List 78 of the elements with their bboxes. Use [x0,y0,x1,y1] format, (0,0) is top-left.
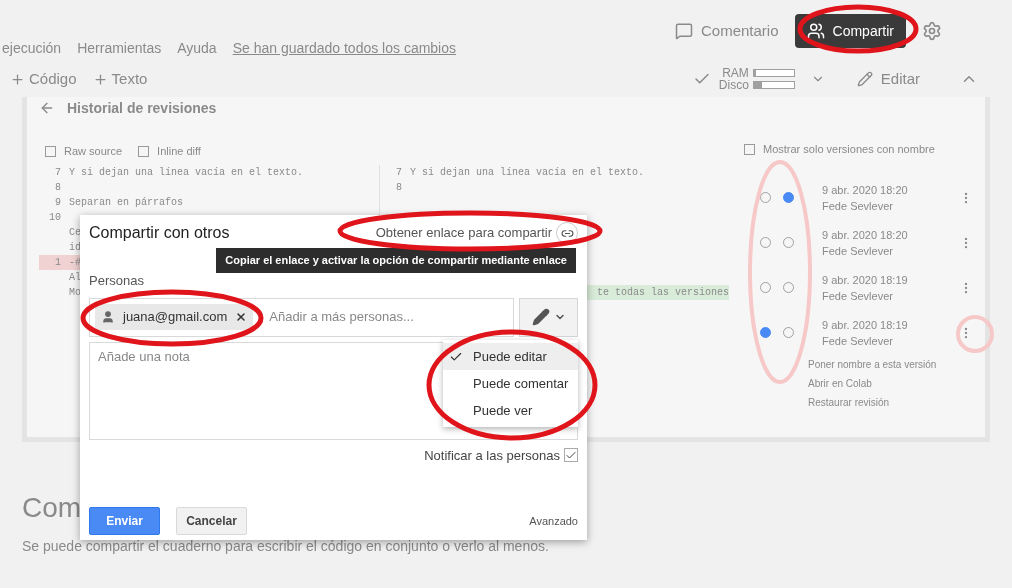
comment-icon [675,22,693,40]
permission-option[interactable]: Puede editar [443,343,578,370]
revision-author: Fede Sevlever [822,243,894,259]
resource-label: Disco [718,79,749,91]
code-line: Y si dejan una línea vacía en el texto. [69,166,304,180]
settings-icon[interactable] [922,21,942,41]
people-input-field[interactable]: juana@gmail.com Añadir a más personas... [89,297,514,337]
notify-label: Notificar a las personas [424,446,560,465]
send-button[interactable]: Enviar [89,507,160,535]
line-number: 8 [396,182,402,193]
checkbox-label: Inline diff [157,143,201,159]
code-line: -# [69,256,81,270]
people-label: Personas [89,272,145,290]
menu-item[interactable]: ejecución [2,37,62,59]
line-number: 7 [396,167,402,178]
resource-meter [752,69,795,77]
code-line: Al [69,271,81,285]
permission-option[interactable]: Puede ver [443,397,578,424]
line-number: 1 [55,257,61,268]
pencil-icon [856,71,873,87]
menu-item[interactable]: Herramientas [77,37,162,59]
dialog-title: Compartir con otros [89,223,230,243]
plus-icon [92,71,108,87]
resource-meter [752,81,795,89]
add-cell-button[interactable]: Texto [92,67,148,91]
add-cell-button[interactable]: Código [10,67,77,91]
line-number: 8 [55,182,61,193]
revision-date: 9 abr. 2020 18:20 [822,182,908,198]
advanced-link[interactable]: Avanzado [529,512,578,530]
radio-button[interactable] [783,192,794,203]
menu-item[interactable]: Ayuda [177,37,217,59]
code-line: Separan en párrafos [69,196,184,210]
checkbox[interactable] [564,448,578,463]
line-number: 10 [49,212,61,223]
checkbox[interactable] [744,143,755,155]
edit-button[interactable]: Editar [856,67,920,91]
code-line: Mo [69,286,81,300]
tooltip: Copiar el enlace y activar la opción de compartir mediante enlace [216,248,576,273]
pencil-icon [531,308,550,326]
revision-author: Fede Sevlever [822,333,894,349]
permission-option[interactable]: Puede comentar [443,370,578,397]
code-line: te todas las versiones [596,286,729,300]
annotation-ellipse [956,315,994,353]
comment-button[interactable]: Comentario [675,19,779,43]
checkbox-label: Raw source [64,143,123,159]
radio-button[interactable] [760,327,771,338]
menu-item[interactable]: Restaurar revisión [808,393,973,412]
people-icon [806,22,825,40]
permission-button[interactable] [519,297,578,337]
email-chip: juana@gmail.com [95,304,254,330]
checkbox[interactable] [138,145,150,157]
revision-date: 9 abr. 2020 18:20 [822,227,908,243]
revision-author: Fede Sevlever [822,198,894,214]
revision-author: Fede Sevlever [822,288,894,304]
revision-date: 9 abr. 2020 18:19 [822,317,908,333]
section-heading: Com [22,492,82,524]
get-link-button[interactable]: Obtener enlace para compartir [375,222,578,244]
menu-item[interactable]: Abrir en Colab [808,374,973,393]
cancel-button[interactable]: Cancelar [176,507,247,535]
code-line: Y si dejan una línea vacía en el texto. [410,166,645,180]
code-line: Ce [69,226,81,240]
revision-date: 9 abr. 2020 18:19 [822,272,908,288]
resource-label: RAM [722,67,749,79]
save-status-link[interactable]: Se han guardado todos los cambios [232,37,456,59]
person-icon [101,310,115,324]
plus-icon [10,71,25,87]
code-line: id [69,241,81,255]
people-placeholder: Añadir a más personas... [269,308,414,327]
note-placeholder: Añade una nota [98,348,190,364]
line-number: 9 [55,197,61,208]
checkbox-label: Mostrar solo versiones con nombre [763,141,935,157]
back-icon[interactable] [39,100,55,116]
menu-item[interactable]: Poner nombre a esta versión [808,355,973,374]
section-paragraph: Se puede compartir el cuaderno para escribir el código en conjunto o verlo al menos. [22,537,549,556]
remove-icon[interactable] [235,311,248,323]
checkbox[interactable] [45,145,56,157]
panel-title: Historial de revisiones [67,98,217,118]
line-number: 7 [55,167,61,178]
